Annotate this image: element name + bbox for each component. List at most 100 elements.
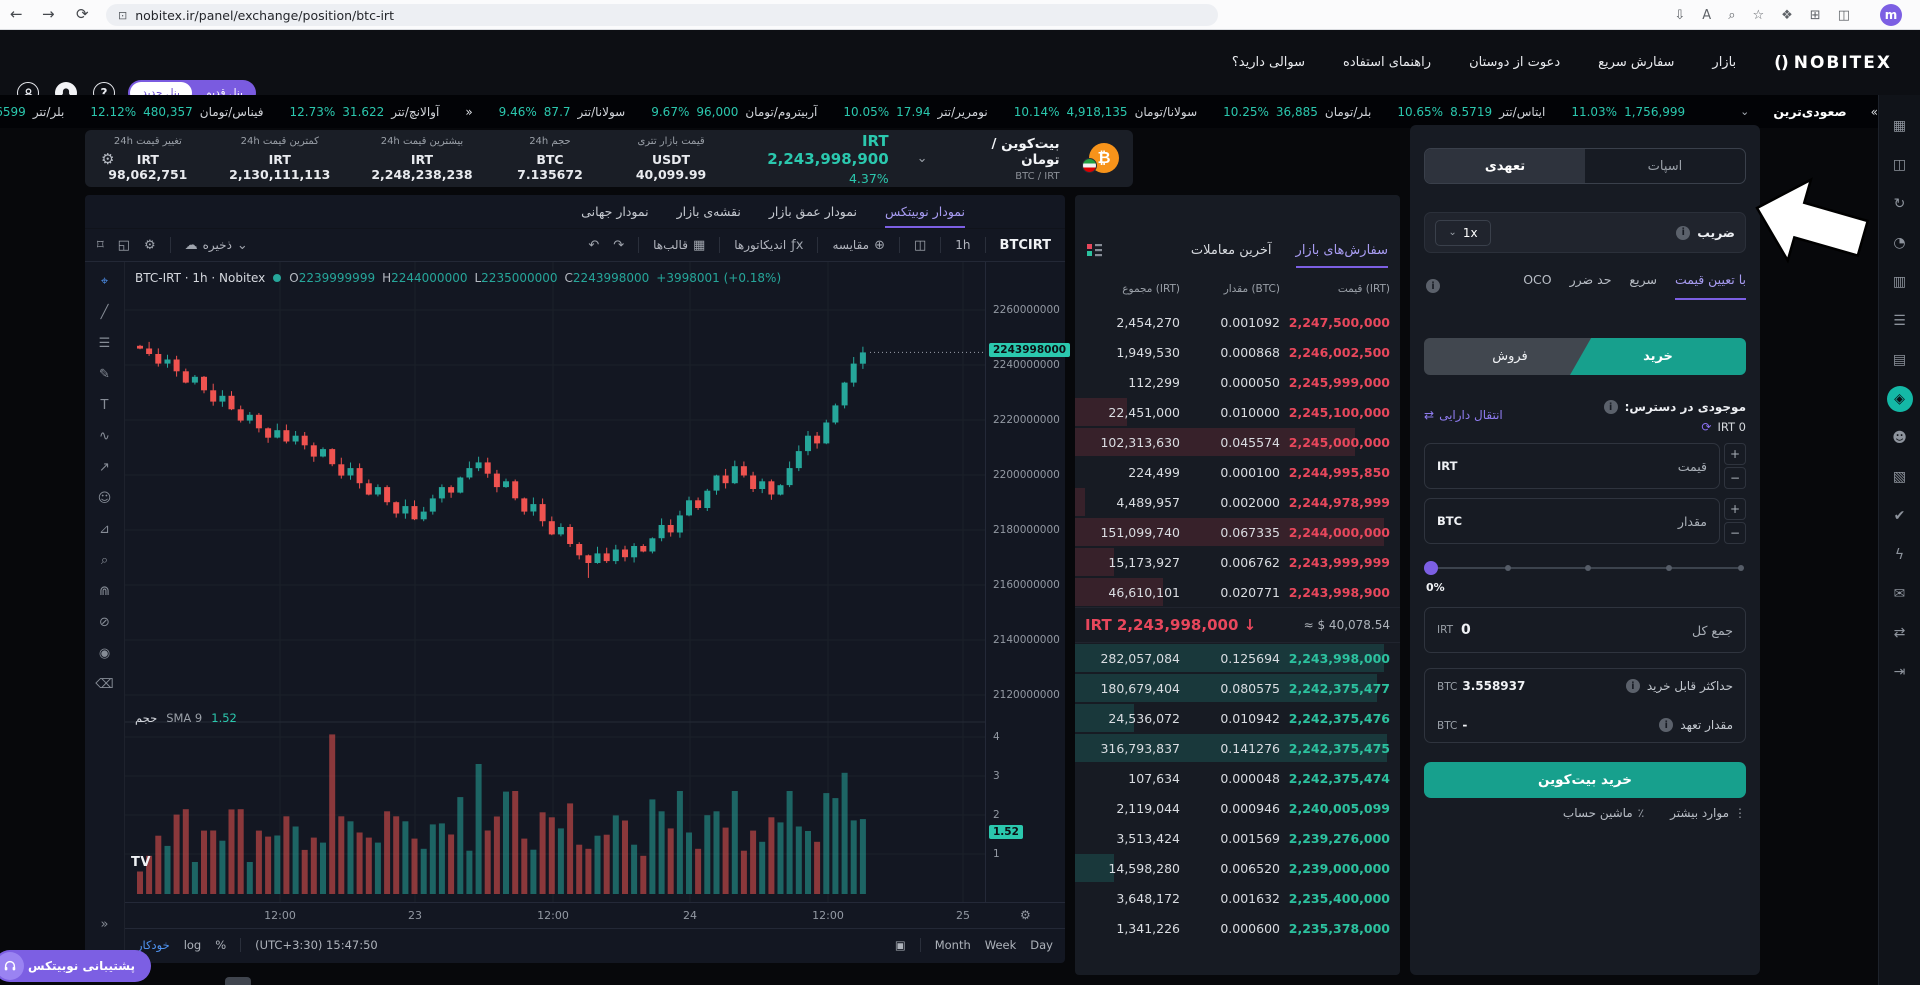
chart-tab[interactable]: نمودار نوبیتکس (885, 204, 965, 228)
crosshair-tool-icon[interactable]: ⌖ (101, 274, 108, 289)
info-icon[interactable]: i (1426, 279, 1440, 293)
symbol-button[interactable]: BTCIRT (1000, 238, 1051, 253)
exchange-icon[interactable]: ◫ (1887, 152, 1913, 178)
mail-icon[interactable]: ✉ (1887, 581, 1913, 607)
buy-bitcoin-button[interactable]: خرید بیت‌کوین (1424, 762, 1746, 798)
info-icon[interactable]: i (1604, 400, 1618, 414)
logout-icon[interactable]: ⇥ (1887, 659, 1913, 685)
profile-icon[interactable]: ☻ (1887, 425, 1913, 451)
chevron-down-icon[interactable]: ⌄ (1740, 105, 1749, 118)
reload-icon[interactable]: ⟳ (76, 5, 89, 23)
nav-link[interactable]: بازار (1712, 55, 1736, 70)
orderbook-bid-row[interactable]: 24,536,0720.0109422,242,375,476 (1075, 703, 1400, 733)
total-field[interactable]: IRT 0 جمع کل (1424, 607, 1746, 653)
orderbook-ask-row[interactable]: 151,099,7400.0673352,244,000,000 (1075, 517, 1400, 547)
patterns-tool-icon[interactable]: ∿ (99, 429, 110, 444)
orderbook-bid-row[interactable]: 1,341,2260.0006002,235,378,000 (1075, 913, 1400, 943)
range-button[interactable]: Month (935, 938, 971, 952)
candlestick-chart[interactable] (125, 262, 985, 902)
amount-field[interactable]: BTC مقدار (1424, 498, 1720, 544)
orderbook-ask-row[interactable]: 2,454,2700.0010922,247,500,000 (1075, 307, 1400, 337)
orderbook-ask-row[interactable]: 102,313,6300.0455742,245,000,000 (1075, 427, 1400, 457)
price-axis[interactable]: 2260000000224000000022200000002200000000… (985, 262, 1065, 902)
undo-icon[interactable]: ↶ (588, 238, 599, 253)
info-icon[interactable]: i (1626, 679, 1640, 693)
ticker-item[interactable]: سولانا/تومان4,918,13510.14% (1014, 105, 1197, 119)
refresh-orders-icon[interactable]: ↻ (1887, 191, 1913, 217)
stats-icon[interactable]: ▥ (1887, 269, 1913, 295)
orderbook-bid-row[interactable]: 180,679,4040.0805752,242,375,477 (1075, 673, 1400, 703)
boost-icon[interactable]: ϟ (1887, 542, 1913, 568)
orderbook-bid-row[interactable]: 2,119,0440.0009462,240,005,099 (1075, 793, 1400, 823)
orderbook-bid-row[interactable]: 3,513,4240.0015692,239,276,000 (1075, 823, 1400, 853)
calendar-icon[interactable]: ▧ (1887, 464, 1913, 490)
sma-label[interactable]: SMA 9 (166, 711, 202, 725)
orderbook-ask-row[interactable]: 4,489,9570.0020002,244,978,999 (1075, 487, 1400, 517)
browser-avatar[interactable]: m (1880, 4, 1902, 26)
price-field[interactable]: IRT قیمت (1424, 443, 1720, 489)
chart-settings-gear-icon[interactable]: ⚙ (144, 238, 156, 253)
pair-selector-chevron-icon[interactable]: ⌄ (917, 151, 928, 166)
cast-icon[interactable]: ⇩ (1674, 8, 1685, 23)
auto-scale-button[interactable]: خودکار (137, 938, 170, 952)
orders-list-icon[interactable]: ☰ (1887, 308, 1913, 334)
orderbook-ask-row[interactable]: 1,949,5300.0008682,246,002,500 (1075, 337, 1400, 367)
orderbook-ask-row[interactable]: 46,610,1010.0207712,243,998,900 (1075, 577, 1400, 607)
brush-tool-icon[interactable]: ✎ (99, 367, 110, 382)
orderbook-ask-row[interactable]: 112,2990.0000502,245,999,000 (1075, 367, 1400, 397)
orderbook-ask-row[interactable]: 15,173,9270.0067622,243,999,999 (1075, 547, 1400, 577)
nav-link[interactable]: سفارش سریع (1598, 55, 1674, 70)
templates-button[interactable]: قالب‌ها▦ (653, 238, 705, 253)
interval-button[interactable]: 1h (955, 238, 970, 252)
emoji-tool-icon[interactable]: ☺ (98, 491, 112, 506)
apps-grid-icon[interactable]: ▦ (1887, 113, 1913, 139)
orderbook-bid-row[interactable]: 282,057,0840.1256942,243,998,000 (1075, 643, 1400, 673)
ticker-item[interactable]: ایتاس/تتر8.571910.65% (1397, 105, 1545, 119)
chart-tab[interactable]: نمودار جهانی (581, 204, 648, 228)
measure-tool-icon[interactable]: ⊿ (99, 522, 110, 537)
refresh-balance-icon[interactable]: ⟳ (1701, 420, 1711, 434)
ticker-scroll-icon[interactable]: « (465, 105, 472, 119)
candle-style-icon[interactable]: ◫ (914, 238, 926, 253)
forward-icon[interactable]: → (42, 5, 55, 23)
margin-mode-tab[interactable]: تعهدی (1425, 149, 1585, 183)
support-button[interactable]: پشتیبانی نوبیتکس (0, 950, 151, 982)
transfer-assets-link[interactable]: ⇄ انتقال دارایی (1424, 408, 1503, 422)
text-tool-icon[interactable]: T (101, 398, 109, 413)
extensions-icon[interactable]: ⊞ (1810, 8, 1821, 23)
ticker-item[interactable]: سولانا/تتر87.79.46% (499, 105, 626, 119)
range-button[interactable]: Day (1030, 938, 1053, 952)
nav-link[interactable]: سوالی دارید؟ (1232, 55, 1305, 70)
nobitex-logo[interactable]: () NOBITEX (1774, 53, 1892, 73)
security-check-icon[interactable]: ✔ (1887, 503, 1913, 529)
range-button[interactable]: Week (985, 938, 1017, 952)
spot-mode-tab[interactable]: اسپات (1585, 149, 1745, 183)
trendline-tool-icon[interactable]: ╱ (101, 305, 109, 320)
leverage-dropdown[interactable]: ⌄ 1x (1435, 220, 1491, 246)
amount-percent-slider[interactable] (1424, 558, 1746, 578)
compare-button[interactable]: مقایسه⊕ (832, 238, 885, 253)
orderbook-bid-row[interactable]: 107,6340.0000482,242,375,474 (1075, 763, 1400, 793)
order-type-tab[interactable]: OCO (1523, 272, 1551, 300)
slider-thumb[interactable] (1424, 561, 1438, 575)
chart-tab[interactable]: نمودار عمق بازار (769, 204, 857, 228)
ticker-item[interactable]: آربیتروم/تومان96,0009.67% (651, 105, 817, 119)
ticker-item[interactable]: بلر/تتر0.659911.5% (0, 105, 64, 119)
amount-increment-button[interactable]: + (1724, 498, 1746, 520)
info-icon[interactable]: i (1659, 718, 1673, 732)
url-bar[interactable]: ⊡ nobitex.ir/panel/exchange/position/btc… (106, 4, 1218, 26)
orderbook-ask-row[interactable]: 224,4990.0001002,244,995,850 (1075, 457, 1400, 487)
orderbook-mid-price[interactable]: IRT 2,243,998,000 ↓ ≈ $ 40,078.54 (1075, 607, 1400, 643)
site-info-icon[interactable]: ⊡ (118, 9, 127, 22)
tradingview-logo[interactable]: TV (131, 855, 151, 870)
order-type-tab[interactable]: سریع (1629, 272, 1657, 300)
ticker-item[interactable]: نومریر/تتر17.9410.05% (843, 105, 987, 119)
save-layout-button[interactable]: ☁ ذخیره ⌄ (185, 238, 248, 253)
goto-date-icon[interactable]: ▣ (895, 938, 906, 952)
sell-tab[interactable]: فروش (1424, 338, 1596, 375)
log-scale-button[interactable]: log (184, 938, 202, 952)
order-type-tab[interactable]: حد ضرر (1570, 272, 1612, 300)
lock-drawings-icon[interactable]: ⊘ (99, 615, 110, 630)
bookmark-star-icon[interactable]: ☆ (1752, 8, 1764, 23)
nav-link[interactable]: راهنمای استفاده (1343, 55, 1431, 70)
